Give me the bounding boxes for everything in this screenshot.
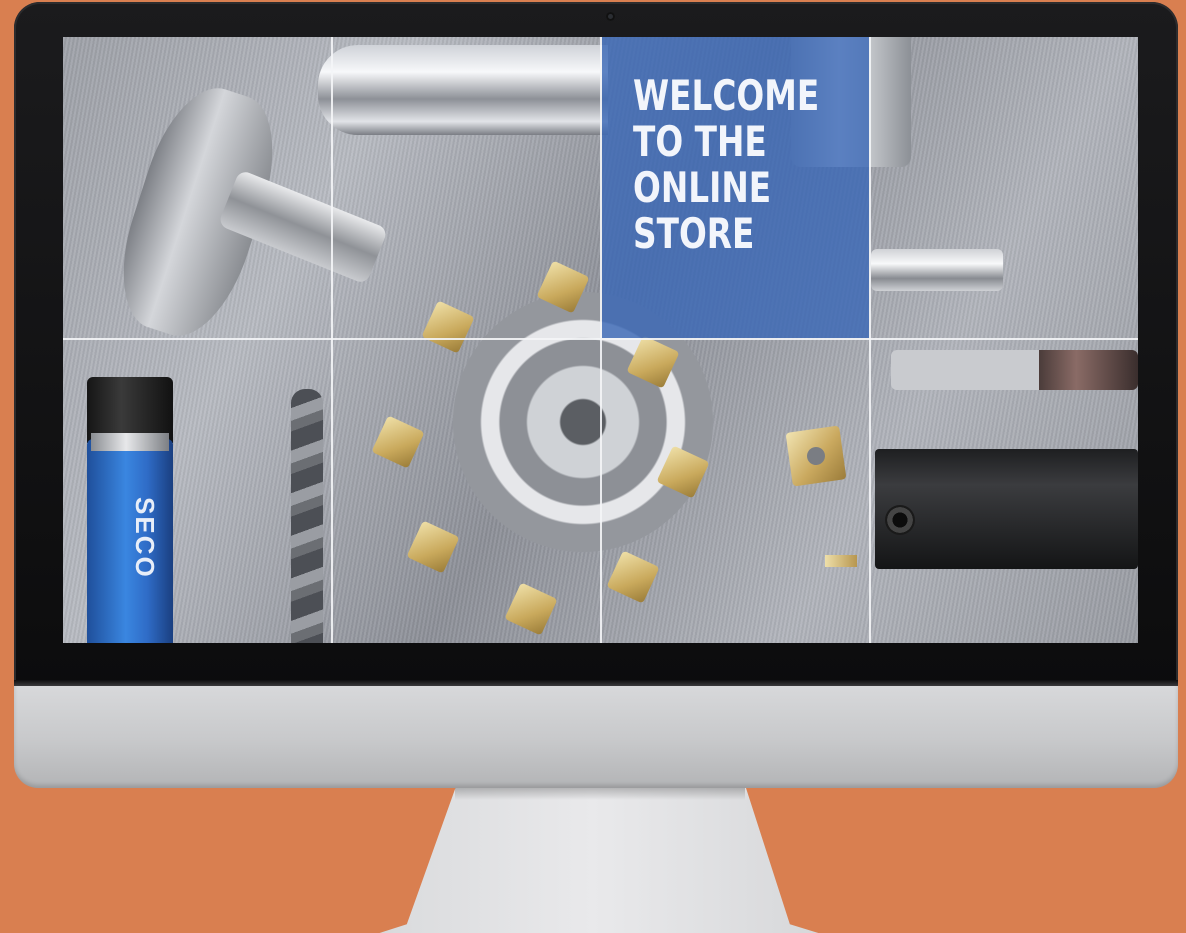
grid-divider (63, 338, 1138, 340)
carbide-rod-image (871, 249, 1003, 291)
webcam-icon (606, 12, 615, 21)
cutter-insert (406, 520, 460, 574)
screw-icon (885, 505, 915, 535)
cutter-insert (371, 415, 425, 469)
small-insert-image (825, 555, 857, 567)
welcome-heading: WELCOME TO THE ONLINE STORE (633, 71, 820, 258)
square-insert-image (785, 425, 847, 487)
twist-drill-image (291, 389, 323, 643)
cutter-insert (421, 300, 475, 354)
boring-bar-image (318, 45, 608, 135)
seco-logo: SECO (130, 497, 160, 579)
monitor-chin (14, 680, 1178, 788)
collet-collar-image (91, 433, 169, 451)
cutter-insert (606, 550, 660, 604)
cutter-insert (504, 582, 558, 636)
threaded-shank-image (217, 169, 389, 285)
chin-edge (14, 680, 1178, 686)
monitor-stand (379, 788, 819, 933)
stand-shadow (455, 788, 745, 800)
turning-holder-image (875, 449, 1138, 569)
grid-divider (331, 37, 333, 643)
grid-divider (600, 37, 602, 643)
grid-divider (869, 37, 871, 643)
monitor-screen: SECO WELCOME TO THE ONLINE STORE (63, 37, 1138, 643)
end-mill-image (891, 350, 1138, 390)
